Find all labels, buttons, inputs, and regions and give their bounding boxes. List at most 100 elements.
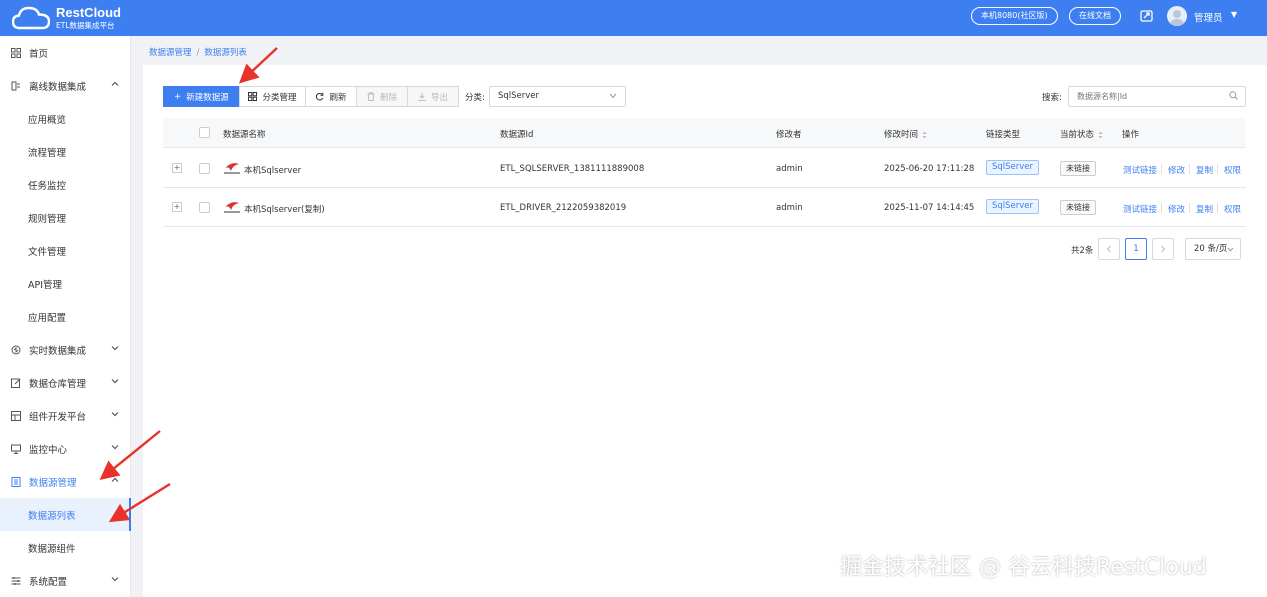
status-badge: 未链接 [1060,200,1096,215]
new-datasource-button[interactable]: + 新建数据源 [163,86,240,107]
next-page-button[interactable] [1152,238,1174,260]
logo[interactable]: RestCloud ETL数据集成平台 [12,4,132,32]
instance-button[interactable]: 本机8080(社区版) [971,7,1058,25]
copy-action[interactable]: 复制 [1196,164,1213,176]
nav-monitor-label: 监控中心 [29,444,68,456]
row-checkbox[interactable] [199,163,210,174]
cell-name[interactable]: 本机Sqlserver [244,164,301,176]
user-name[interactable]: 管理员 [1194,10,1223,24]
nav-app-overview[interactable]: 应用概览 [0,102,131,135]
user-avatar-icon [1170,10,1184,26]
nav-api-manage[interactable]: API管理 [0,267,131,300]
col-link-type: 链接类型 [986,130,1021,140]
edit-action[interactable]: 修改 [1168,164,1185,176]
cell-name[interactable]: 本机Sqlserver(复制) [244,203,325,215]
trash-icon [367,92,375,101]
nav-offline[interactable]: 离线数据集成 [0,69,131,102]
action-divider [1161,203,1162,213]
caret-down-icon[interactable]: ▼ [1231,10,1237,19]
prev-page-button[interactable] [1098,238,1120,260]
expand-row-icon[interactable]: + [172,163,182,173]
chevron-down-icon [609,93,617,99]
grid-icon [11,47,21,58]
search-input[interactable] [1068,86,1246,107]
breadcrumb-datasource-manage[interactable]: 数据源管理 [149,48,192,58]
col-actions: 操作 [1122,130,1140,140]
nav-datasource-component[interactable]: 数据源组件 [0,531,131,564]
chevron-up-icon [111,81,119,86]
edit-action[interactable]: 修改 [1168,203,1185,215]
nav-rule-manage[interactable]: 规则管理 [0,201,131,234]
watermark: 掘金技术社区 @ 谷云科技RestCloud [840,555,1207,580]
category-label: 分类: [465,93,485,103]
nav-warehouse[interactable]: 数据仓库管理 [0,366,131,399]
logo-title: RestCloud [56,5,121,20]
delete-button[interactable]: 删除 [356,86,408,107]
chevron-down-icon [1227,247,1234,252]
cell-modified-time: 2025-06-20 17:11:28 [884,164,975,174]
nav-system-label: 系统配置 [29,576,68,588]
online-docs-button[interactable]: 在线文档 [1069,7,1121,25]
select-all-checkbox[interactable] [199,127,210,138]
component-icon [11,410,21,421]
offline-integration-icon [11,81,20,90]
nav-system[interactable]: 系统配置 [0,564,131,597]
nav-devplatform[interactable]: 组件开发平台 [0,399,131,432]
top-header: RestCloud ETL数据集成平台 本机8080(社区版) 在线文档 管理员… [0,0,1267,36]
table-row: + 本机Sqlserver ETL_SQLSERVER_138111188900… [163,149,1246,188]
nav-home[interactable]: 首页 [0,36,131,69]
sqlserver-logo-icon [224,163,240,174]
category-select-value: SqlServer [498,91,540,101]
breadcrumb-datasource-list[interactable]: 数据源列表 [204,48,247,58]
category-select[interactable]: SqlServer [489,86,626,107]
table-row: + 本机Sqlserver(复制) ETL_DRIVER_21220593820… [163,188,1246,227]
breadcrumb-separator: / [196,48,200,58]
nav-file-manage[interactable]: 文件管理 [0,234,131,267]
nav-monitor[interactable]: 监控中心 [0,432,131,465]
nav-flow-manage[interactable]: 流程管理 [0,135,131,168]
page-size-value: 20 条/页 [1194,244,1228,254]
permission-action[interactable]: 权限 [1224,164,1241,176]
test-link-action[interactable]: 测试链接 [1123,203,1157,215]
avatar[interactable] [1167,6,1187,26]
col-modified-time[interactable]: 修改时间 [884,128,927,140]
monitor-icon [11,444,21,454]
nav-datasource-list[interactable]: 数据源列表 [0,498,131,531]
action-divider [1217,203,1218,213]
permission-action[interactable]: 权限 [1224,203,1241,215]
expand-row-icon[interactable]: + [172,202,182,212]
category-manage-button[interactable]: 分类管理 [239,86,306,107]
download-icon [418,92,426,101]
nav-app-config[interactable]: 应用配置 [0,300,131,333]
col-name: 数据源名称 [223,130,266,140]
nav-task-monitor[interactable]: 任务监控 [0,168,131,201]
page-number-button[interactable]: 1 [1125,238,1147,260]
link-type-badge: SqlServer [986,160,1040,175]
chevron-down-icon [111,379,119,384]
copy-action[interactable]: 复制 [1196,203,1213,215]
search-icon[interactable] [1229,91,1238,100]
chevron-left-icon [1106,245,1111,253]
refresh-button[interactable]: 刷新 [305,86,357,107]
plus-icon: + [174,91,182,102]
nav-realtime[interactable]: 实时数据集成 [0,333,131,366]
search-label: 搜索: [1042,93,1062,103]
action-divider [1161,164,1162,174]
row-checkbox[interactable] [199,202,210,213]
nav-datasource-label: 数据源管理 [29,477,77,489]
logo-subtitle: ETL数据集成平台 [56,21,115,30]
test-link-action[interactable]: 测试链接 [1123,164,1157,176]
export-button[interactable]: 导出 [407,86,459,107]
page-size-select[interactable]: 20 条/页 [1185,238,1241,260]
nav-realtime-label: 实时数据集成 [29,345,87,357]
chevron-down-icon [111,346,119,351]
chevron-down-icon [111,445,119,450]
realtime-icon [11,345,21,354]
table-header: 数据源名称 数据源Id 修改者 修改时间 链接类型 当前状态 操作 [163,118,1246,148]
col-status[interactable]: 当前状态 [1060,128,1103,140]
col-modified-time-label: 修改时间 [884,130,919,140]
col-id: 数据源Id [500,130,534,140]
nav-datasource[interactable]: 数据源管理 [0,465,131,498]
sqlserver-logo-icon [224,202,240,213]
switch-icon[interactable] [1140,10,1153,22]
